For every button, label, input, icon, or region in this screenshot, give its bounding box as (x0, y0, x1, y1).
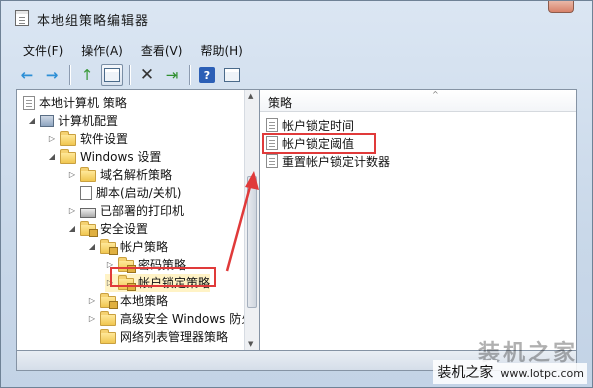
console-tree-pane: 本地计算机 策略 ◢ 计算机配置 ▷ 软件设置 ◢ Windows 设置 ▷ 域… (16, 89, 260, 351)
title-bar: 本地组策略编辑器 (1, 1, 592, 37)
export-list-icon[interactable]: ⇥ (161, 64, 183, 86)
console-tree: 本地计算机 策略 ◢ 计算机配置 ▷ 软件设置 ◢ Windows 设置 ▷ 域… (17, 92, 245, 350)
folder-icon (80, 167, 96, 182)
toolbar-separator (69, 65, 70, 85)
menu-help[interactable]: 帮助(H) (193, 40, 249, 60)
tree-item-label: 本地计算机 策略 (39, 96, 127, 110)
tree-item-account-policies[interactable]: ◢ 帐户策略 (87, 238, 168, 256)
tree-item-software-settings[interactable]: ▷ 软件设置 (47, 130, 128, 148)
lock-folder-icon (100, 239, 118, 255)
tree-item-label: 网络列表管理器策略 (120, 330, 229, 344)
highlight-box-lockout-threshold (262, 133, 376, 154)
scroll-down-icon[interactable]: ▼ (248, 340, 253, 348)
expand-toggle-icon[interactable]: ▷ (47, 130, 57, 148)
editor-window: 本地组策略编辑器 文件(F) 操作(A) 查看(V) 帮助(H) ← → ↑ ✕… (0, 0, 593, 388)
expand-toggle-icon[interactable]: ▷ (67, 202, 77, 220)
expand-toggle-icon[interactable]: ◢ (47, 148, 57, 166)
folder-icon (100, 329, 116, 344)
list-item-lockout-duration[interactable]: 帐户锁定时间 (266, 116, 354, 134)
tree-item-label: 安全设置 (100, 222, 149, 236)
forward-arrow-icon[interactable]: → (41, 64, 63, 86)
console-tree-icon (104, 68, 120, 82)
tree-item-label: 计算机配置 (58, 114, 119, 128)
toolbar-separator (129, 65, 130, 85)
menu-file[interactable]: 文件(F) (16, 40, 70, 60)
list-item-label: 重置帐户锁定计数器 (282, 154, 391, 169)
list-item-reset-lockout-counter[interactable]: 重置帐户锁定计数器 (266, 152, 390, 170)
tree-item-security-settings[interactable]: ◢ 安全设置 (67, 220, 148, 238)
expand-toggle-icon[interactable]: ◢ (87, 238, 97, 256)
tree-item-label: 脚本(启动/关机) (96, 186, 182, 200)
help-icon: ? (199, 67, 215, 83)
toolbar-separator (189, 65, 190, 85)
policy-doc-icon (23, 96, 35, 110)
tree-item-label: 已部署的打印机 (100, 204, 185, 218)
watermark-main-text: 装机之家 (433, 360, 498, 384)
tree-item-windows-settings[interactable]: ◢ Windows 设置 (47, 148, 161, 166)
tree-item-scripts[interactable]: 脚本(启动/关机) (67, 184, 181, 202)
tree-item-label: 帐户策略 (120, 240, 169, 254)
policy-setting-icon (266, 154, 278, 168)
tree-item-label: 高级安全 Windows 防火 (120, 312, 245, 326)
tree-item-label: Windows 设置 (80, 150, 162, 164)
tree-item-local-policies[interactable]: ▷ 本地策略 (87, 292, 168, 310)
column-header-label: 策略 (268, 96, 293, 110)
folder-icon (60, 131, 76, 146)
policy-editor-icon (15, 10, 29, 26)
properties-button[interactable] (221, 64, 243, 86)
close-window-button[interactable] (548, 1, 574, 13)
tree-item-advanced-firewall[interactable]: ▷ 高级安全 Windows 防火 (87, 310, 245, 328)
menu-action[interactable]: 操作(A) (74, 40, 130, 60)
up-level-icon[interactable]: ↑ (76, 64, 98, 86)
tree-item-deployed-printers[interactable]: ▷ 已部署的打印机 (67, 202, 184, 220)
tree-item-local-computer-policy[interactable]: 本地计算机 策略 (23, 94, 127, 112)
toolbar: ← → ↑ ✕ ⇥ ? (16, 62, 576, 88)
menu-view[interactable]: 查看(V) (134, 40, 190, 60)
scroll-thumb[interactable] (247, 176, 257, 308)
menu-bar: 文件(F) 操作(A) 查看(V) 帮助(H) (16, 40, 254, 60)
tree-item-name-resolution-policy[interactable]: ▷ 域名解析策略 (67, 166, 172, 184)
highlight-box-lockout-policy (110, 267, 216, 287)
policy-list-pane: 策略 ^ 帐户锁定时间 帐户锁定阈值 重置帐户锁定计数器 (259, 89, 577, 351)
help-button[interactable]: ? (196, 64, 218, 86)
tree-scrollbar[interactable]: ▲ ▼ (244, 90, 259, 350)
expand-toggle-icon[interactable]: ◢ (67, 220, 77, 238)
show-hide-tree-button[interactable] (101, 64, 123, 86)
expand-toggle-icon[interactable]: ▷ (87, 292, 97, 310)
policy-setting-icon (266, 118, 278, 132)
expand-toggle-icon[interactable]: ▷ (67, 166, 77, 184)
lock-folder-icon (100, 293, 118, 309)
back-arrow-icon[interactable]: ← (16, 64, 38, 86)
window-title: 本地组策略编辑器 (37, 14, 150, 29)
watermark: 装机之家 www.lotpc.com (433, 356, 587, 384)
list-item-label: 帐户锁定时间 (282, 118, 355, 133)
folder-icon (100, 311, 116, 326)
expand-toggle-icon[interactable]: ▷ (87, 310, 97, 328)
script-icon (80, 186, 92, 200)
folder-icon (60, 149, 76, 164)
tree-item-computer-config[interactable]: ◢ 计算机配置 (27, 112, 118, 130)
properties-icon (224, 68, 240, 82)
watermark-url: www.lotpc.com (497, 363, 587, 384)
tree-item-network-list-manager[interactable]: 网络列表管理器策略 (87, 328, 228, 346)
expand-toggle-icon[interactable]: ◢ (27, 112, 37, 130)
tree-item-label: 域名解析策略 (100, 168, 173, 182)
tree-item-label: 本地策略 (120, 294, 169, 308)
scroll-up-icon[interactable]: ▲ (248, 92, 253, 100)
printer-icon (80, 207, 96, 218)
column-header-policy[interactable]: 策略 ^ (260, 90, 576, 112)
sort-arrow-icon: ^ (432, 90, 439, 99)
computer-icon (40, 115, 54, 127)
tree-item-label: 软件设置 (80, 132, 129, 146)
security-folder-icon (80, 221, 98, 237)
delete-icon[interactable]: ✕ (136, 64, 158, 86)
